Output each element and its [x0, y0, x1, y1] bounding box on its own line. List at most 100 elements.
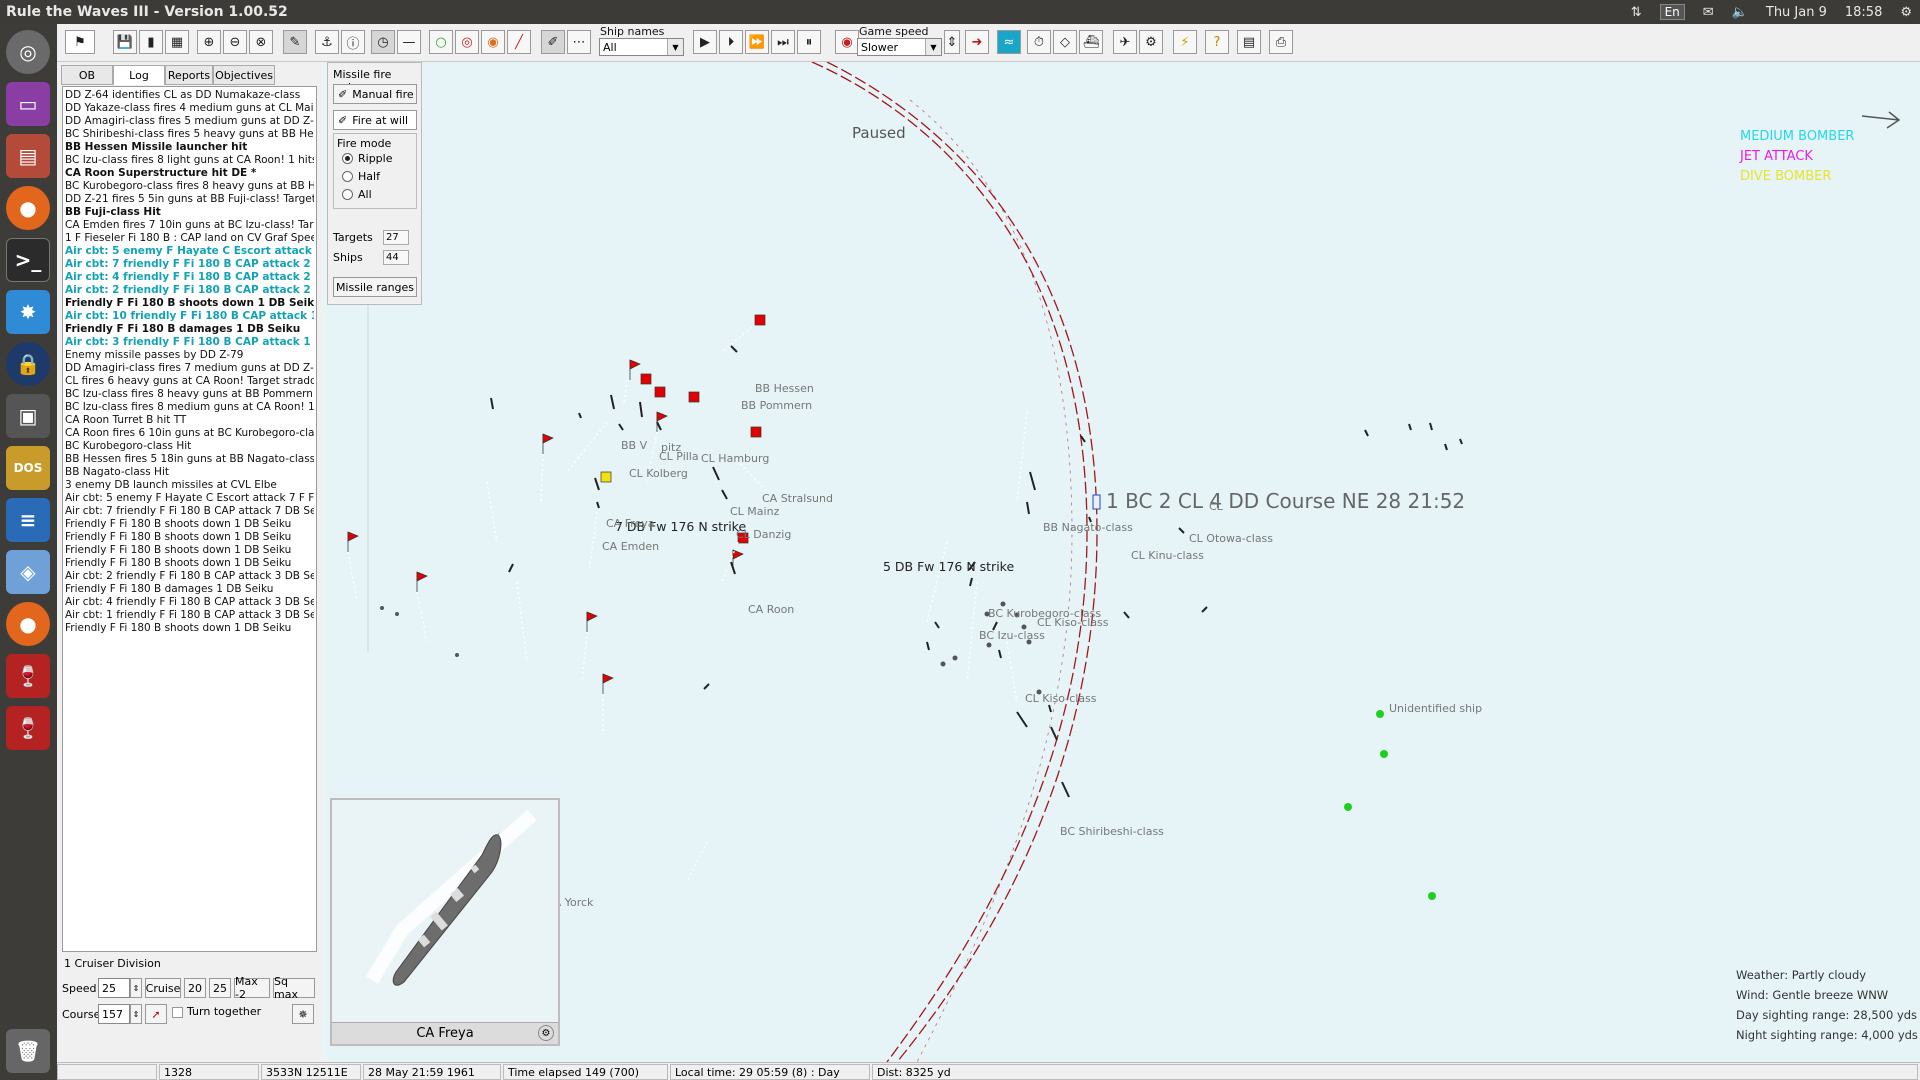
anchor-icon[interactable]: ⚓ — [315, 30, 339, 54]
zoom-out-icon[interactable]: ⊖ — [223, 30, 247, 54]
max-minus-2-button[interactable]: Max -2 — [234, 975, 270, 1001]
flag-icon[interactable]: ⚑ — [65, 30, 95, 54]
speed-stepper[interactable]: ⇕ — [130, 978, 142, 998]
trash-icon[interactable]: 🗑 — [6, 1029, 50, 1073]
fire-mode-half-radio[interactable]: Half — [342, 170, 380, 183]
dotted-line-icon[interactable]: ⋯ — [567, 30, 591, 54]
course-input[interactable]: 157 — [98, 1004, 130, 1024]
red-arrow-icon[interactable]: ➜ — [965, 30, 989, 54]
help-icon[interactable]: ? — [1205, 30, 1229, 54]
lightning-icon[interactable]: ⚡ — [1173, 30, 1197, 54]
exit-door-icon[interactable]: ▮ — [139, 30, 163, 54]
clock[interactable]: 18:58 — [1845, 5, 1882, 20]
printer-icon[interactable]: ⎙ — [1269, 30, 1293, 54]
window-app-icon[interactable]: ▣ — [6, 394, 50, 438]
flag-marker — [688, 391, 700, 403]
power-icon[interactable]: ⚙ — [1900, 5, 1912, 20]
log-entry: Air cbt: 5 enemy F Hayate C Escort attac… — [65, 245, 314, 257]
tab-objectives[interactable]: Objectives — [213, 65, 275, 85]
volume-icon[interactable]: 🔈 — [1732, 5, 1748, 20]
ship-dots — [380, 601, 1042, 695]
report-icon[interactable]: ▤ — [1237, 30, 1261, 54]
red-ring-icon[interactable]: ◎ — [455, 30, 479, 54]
red-line-icon[interactable]: ╱ — [507, 30, 531, 54]
line-icon[interactable]: — — [397, 30, 421, 54]
tactical-map[interactable]: Paused 1 BC 2 CL 4 DD Course NE 28 21:52… — [327, 62, 1920, 1062]
log-entry: CA Emden fires 7 10in guns at BC Izu-cla… — [65, 219, 314, 231]
date-display[interactable]: Thu Jan 9 — [1766, 5, 1827, 20]
battle-log[interactable]: DD Z-64 identifies CL as DD Numakaze-cla… — [62, 86, 317, 952]
files-icon[interactable]: ▤ — [6, 134, 50, 178]
pen-tool-icon[interactable]: ✎ — [283, 30, 307, 54]
aircraft-icon[interactable]: ✈ — [1113, 30, 1137, 54]
freya-selected-marker — [600, 471, 612, 483]
print-map-icon[interactable]: ▦ — [165, 30, 189, 54]
speed-value: 25 — [102, 981, 116, 995]
play-icon[interactable]: ▶ — [693, 30, 717, 54]
stopwatch-icon[interactable]: ⏱ — [1027, 30, 1051, 54]
network-icon[interactable]: ⇅ — [1631, 5, 1642, 20]
fire-mode-ripple-radio[interactable]: Ripple — [342, 152, 393, 165]
dash-home-icon[interactable]: ◎ — [6, 30, 50, 74]
manual-fire-button[interactable]: ✐ Manual fire — [333, 84, 417, 104]
course-pointer-icon[interactable]: ➚ — [145, 1004, 167, 1024]
pencil-icon[interactable]: ✐ — [541, 30, 565, 54]
speed-input[interactable]: 25 — [98, 978, 130, 998]
step-icon[interactable]: ⏵ — [719, 30, 743, 54]
zoom-in-icon[interactable]: ⊕ — [197, 30, 221, 54]
virtualbox-icon[interactable]: ◈ — [6, 550, 50, 594]
sighting-circle — [909, 99, 1073, 1062]
ship-names-select[interactable]: All ▼ — [599, 38, 684, 56]
pause-icon[interactable]: ⏸ — [797, 30, 821, 54]
wine-glass-icon[interactable]: 🍷 — [6, 654, 50, 698]
map-canvas[interactable]: Paused 1 BC 2 CL 4 DD Course NE 28 21:52… — [327, 62, 1920, 1062]
target-icon[interactable]: ◉ — [835, 30, 859, 54]
tab-log[interactable]: Log — [113, 65, 165, 85]
fire-at-will-button[interactable]: ✐ Fire at will — [333, 110, 417, 130]
mail-icon[interactable]: ✉ — [1703, 5, 1714, 20]
firefox-icon[interactable]: ● — [6, 186, 50, 230]
missile-ranges-button[interactable]: Missile ranges — [333, 277, 417, 297]
course-stepper[interactable]: ⇕ — [130, 1004, 142, 1024]
ship-settings-icon[interactable]: ⚙ — [538, 1025, 554, 1041]
log-entry: Friendly F Fi 180 B damages 1 DB Seiku — [65, 323, 301, 335]
save-icon[interactable]: 💾 — [113, 30, 137, 54]
app-window-icon[interactable]: ▭ — [6, 82, 50, 126]
speed-20-button[interactable]: 20 — [184, 978, 206, 998]
keyboard-language-indicator[interactable]: En — [1659, 4, 1685, 20]
zoom-reset-icon[interactable]: ⊗ — [249, 30, 273, 54]
dosbox-icon[interactable]: DOS — [6, 446, 50, 490]
sq-max-button[interactable]: Sq max — [273, 975, 315, 1001]
game-speed-select[interactable]: Slower ▼ — [857, 38, 942, 56]
clock-icon[interactable]: ◷ — [371, 30, 395, 54]
division-name: 1 Cruiser Division — [64, 957, 161, 970]
log-entry: Air cbt: 4 friendly F Fi 180 B CAP attac… — [65, 596, 314, 608]
color-pinwheel-icon[interactable]: ✸ — [6, 290, 50, 334]
ships-count: 44 — [383, 250, 409, 265]
eraser-icon[interactable]: ◇ — [1053, 30, 1077, 54]
terminal-icon[interactable]: >_ — [6, 238, 50, 282]
info-circle-icon[interactable]: ⓘ — [341, 30, 365, 54]
ship-label-hamburg: CL Hamburg — [701, 452, 769, 465]
log-entry: DD Yakaze-class fires 4 medium guns at C… — [65, 102, 314, 114]
lock-icon[interactable]: 🔒 — [6, 342, 50, 386]
compass-icon[interactable]: ✵ — [292, 1004, 314, 1024]
text-editor-icon[interactable]: ≡ — [6, 498, 50, 542]
orange-ring-icon[interactable]: ◉ — [481, 30, 505, 54]
cruise-button[interactable]: Cruise — [145, 978, 181, 998]
aircraft-settings-icon[interactable]: ⚙ — [1139, 30, 1163, 54]
fast-forward-icon[interactable]: ⏩ — [745, 30, 769, 54]
wine-glass-icon-2[interactable]: 🍷 — [6, 706, 50, 750]
skip-forward-icon[interactable]: ⏭ — [771, 30, 795, 54]
ship-icon[interactable]: ⛴ — [1079, 30, 1103, 54]
turn-together-checkbox[interactable] — [172, 1007, 183, 1018]
speed-25-button[interactable]: 25 — [209, 978, 231, 998]
fire-mode-all-radio[interactable]: All — [342, 188, 372, 201]
sea-view-icon[interactable]: ≈ — [997, 30, 1021, 54]
speed-stepper[interactable]: ⇕ — [944, 30, 960, 54]
tab-ob[interactable]: OB — [61, 65, 113, 85]
firefox-icon-2[interactable]: ● — [6, 602, 50, 646]
ship-label-nagato: BB Nagato-class — [1043, 521, 1133, 534]
tab-reports[interactable]: Reports — [165, 65, 213, 85]
green-ring-icon[interactable]: ○ — [429, 30, 453, 54]
